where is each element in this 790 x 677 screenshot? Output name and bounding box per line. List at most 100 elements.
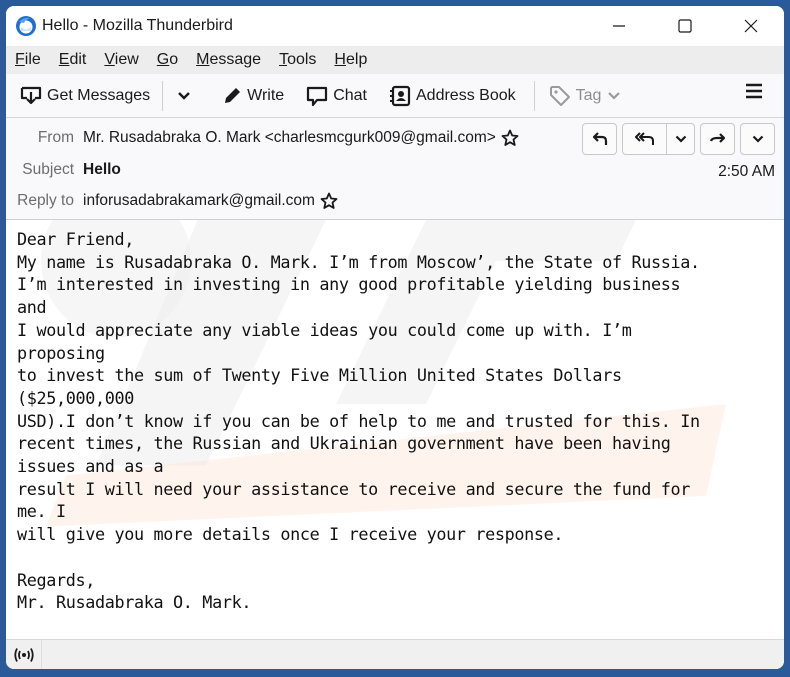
menu-label: ools <box>287 51 317 68</box>
menu-label: dit <box>69 51 87 68</box>
chevron-down-icon <box>608 91 621 100</box>
body-line: Mr. Rusadabraka O. Mark. <box>17 592 252 613</box>
toolbar-separator <box>533 80 535 111</box>
message-actions <box>582 123 775 155</box>
online-status-button[interactable] <box>6 640 42 669</box>
body-line: and <box>17 297 47 318</box>
chevron-down-icon <box>752 135 763 143</box>
chat-button[interactable]: Chat <box>302 79 371 113</box>
reply-all-button-group <box>622 123 695 155</box>
maximize-button[interactable] <box>652 6 718 46</box>
minimize-icon <box>613 25 625 27</box>
app-menu-button[interactable] <box>744 81 764 106</box>
reply-all-dropdown[interactable] <box>667 124 694 154</box>
maximize-icon <box>678 19 692 33</box>
message-body-text: Dear Friend, My name is Rusadabraka O. Ma… <box>6 220 784 614</box>
menu-accel: G <box>156 51 170 68</box>
body-line: Dear Friend, <box>17 229 135 249</box>
menu-go[interactable]: Go <box>156 49 179 71</box>
message-time: 2:50 AM <box>718 163 775 180</box>
menu-accel: H <box>334 51 346 68</box>
menu-view[interactable]: View <box>103 49 139 71</box>
menu-help[interactable]: Help <box>333 49 368 71</box>
menu-accel: E <box>58 51 70 68</box>
close-icon <box>744 19 758 33</box>
tag-icon <box>549 85 570 106</box>
title-bar[interactable]: Hello - Mozilla Thunderbird <box>6 6 784 46</box>
body-line: issues and as a <box>17 456 164 477</box>
hamburger-menu-icon <box>746 83 762 99</box>
menu-accel: V <box>104 51 115 68</box>
menu-accel: M <box>196 51 210 68</box>
message-body: Dear Friend, My name is Rusadabraka O. Ma… <box>6 220 784 639</box>
from-label: From <box>37 129 74 146</box>
write-button[interactable]: Write <box>218 79 288 113</box>
menu-label: o <box>169 51 179 68</box>
address-book-icon <box>390 85 411 106</box>
star-icon[interactable] <box>501 129 519 147</box>
chat-icon <box>307 86 328 106</box>
body-line <box>17 546 784 569</box>
star-icon[interactable] <box>320 192 338 210</box>
window-title: Hello - Mozilla Thunderbird <box>42 17 233 34</box>
menu-label: iew <box>114 51 139 68</box>
thunderbird-window: Hello - Mozilla Thunderbird File Edit Vi… <box>6 6 784 669</box>
reply-icon <box>592 132 607 145</box>
reply-to-row: Reply to inforusadabrakamark@gmail.com <box>6 192 338 210</box>
chat-label: Chat <box>333 86 367 104</box>
menu-edit[interactable]: Edit <box>58 49 88 71</box>
from-value[interactable]: Mr. Rusadabraka O. Mark <charlesmcgurk00… <box>83 129 496 147</box>
reply-to-value[interactable]: inforusadabrakamark@gmail.com <box>83 192 315 210</box>
body-line: recent times, the Russian and Ukrainian … <box>17 433 671 454</box>
menu-label: elp <box>345 51 368 68</box>
body-line: Regards, <box>17 569 96 590</box>
body-line: ($25,000,000 <box>17 387 135 408</box>
minimize-button[interactable] <box>586 6 652 46</box>
thunderbird-logo-icon <box>15 15 37 37</box>
body-line: proposing <box>17 342 105 363</box>
forward-icon <box>709 133 725 143</box>
chevron-down-icon <box>178 91 191 100</box>
more-actions-button[interactable] <box>740 123 775 155</box>
from-row: From Mr. Rusadabraka O. Mark <charlesmcg… <box>6 129 519 147</box>
menu-file[interactable]: File <box>14 49 42 71</box>
menu-message[interactable]: Message <box>195 49 262 71</box>
subject-value: Hello <box>83 161 121 178</box>
body-line: to invest the sum of Twenty Five Million… <box>17 365 622 386</box>
toolbar-separator <box>162 80 164 111</box>
body-line: will give you more details once I receiv… <box>17 524 564 545</box>
write-label: Write <box>247 86 285 104</box>
main-toolbar: Get Messages Write Chat Address Book Tag <box>6 74 784 118</box>
reply-all-icon <box>634 132 654 145</box>
menu-tools[interactable]: Tools <box>278 49 317 71</box>
tag-button[interactable]: Tag <box>545 79 631 113</box>
message-header: From Mr. Rusadabraka O. Mark <charlesmcg… <box>6 118 784 220</box>
forward-button[interactable] <box>700 123 735 155</box>
reply-all-button[interactable] <box>623 124 668 154</box>
body-line: USD).I don’t know if you can be of help … <box>17 410 700 431</box>
get-messages-dropdown[interactable] <box>173 79 200 113</box>
menu-accel: T <box>279 51 288 68</box>
chevron-down-icon <box>675 135 686 143</box>
pencil-icon <box>225 87 241 103</box>
close-button[interactable] <box>718 6 784 46</box>
address-book-label: Address Book <box>416 86 516 104</box>
body-line: My name is Rusadabraka O. Mark. I’m from… <box>17 251 700 272</box>
reply-button[interactable] <box>582 123 617 155</box>
tag-label: Tag <box>575 86 602 104</box>
body-line: result I will need your assistance to re… <box>17 478 690 499</box>
address-book-button[interactable]: Address Book <box>385 79 520 113</box>
get-messages-icon <box>20 86 42 104</box>
get-messages-button[interactable]: Get Messages <box>16 79 154 113</box>
menu-label: ile <box>24 51 41 68</box>
body-line: me. I <box>17 501 66 522</box>
subject-row: Subject Hello <box>6 161 121 179</box>
body-line: I would appreciate any viable ideas you … <box>17 319 632 340</box>
menu-label: essage <box>209 51 262 68</box>
status-bar <box>6 639 784 669</box>
broadcast-icon <box>13 647 34 662</box>
body-line: I’m interested in investing in any good … <box>17 274 681 295</box>
get-messages-label: Get Messages <box>47 86 151 104</box>
reply-to-label: Reply to <box>17 192 74 209</box>
menu-accel: F <box>15 51 25 68</box>
